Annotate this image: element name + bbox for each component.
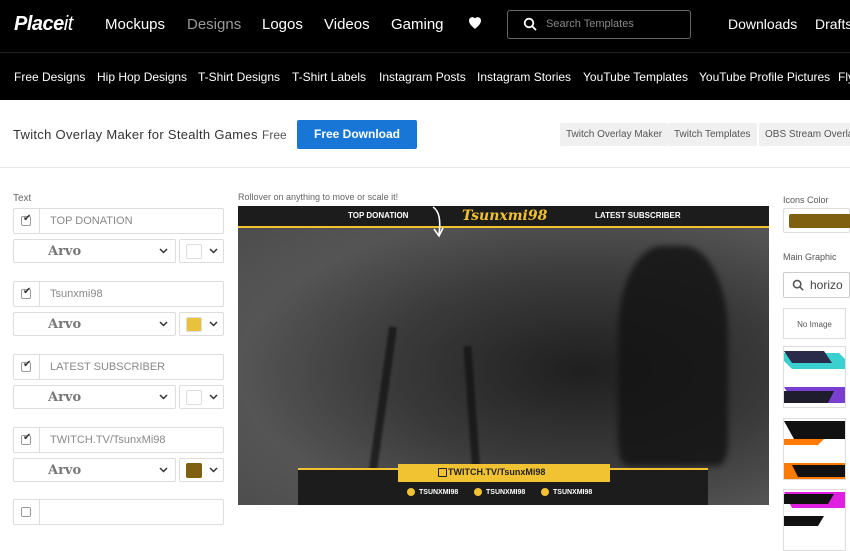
template-header: Twitch Overlay Maker for Stealth Games F… bbox=[0, 100, 850, 168]
field-checkbox[interactable]: ✔ bbox=[14, 282, 40, 306]
preview-hint: Rollover on anything to move or scale it… bbox=[238, 192, 399, 202]
field-checkbox[interactable]: ✔ bbox=[14, 428, 40, 452]
nav-videos[interactable]: Videos bbox=[324, 16, 370, 33]
subnav-instagram-stories[interactable]: Instagram Stories bbox=[477, 70, 571, 84]
overlay-streamer-name[interactable]: Tsunxmi98 bbox=[462, 208, 547, 224]
tag-twitch-templates[interactable]: Twitch Templates bbox=[668, 123, 757, 146]
text-field-top-donation[interactable]: ✔ TOP DONATION bbox=[13, 208, 224, 234]
graphic-thumbnail-image bbox=[784, 351, 845, 403]
graphic-thumbnail[interactable] bbox=[783, 346, 846, 408]
field-checkbox[interactable] bbox=[14, 500, 40, 524]
color-select[interactable] bbox=[179, 458, 224, 482]
nav-drafts[interactable]: Drafts bbox=[815, 16, 850, 32]
overlay-social-handle[interactable]: TSUNXMI98 bbox=[486, 489, 525, 496]
subnav-tshirt-designs[interactable]: T-Shirt Designs bbox=[198, 70, 280, 84]
font-select[interactable]: Arvo bbox=[13, 458, 176, 482]
font-select[interactable]: Arvo bbox=[13, 385, 176, 409]
color-swatch bbox=[186, 390, 202, 405]
overlay-latest-subscriber[interactable]: LATEST SUBSCRIBER bbox=[595, 211, 681, 220]
main-graphic-label: Main Graphic bbox=[783, 252, 837, 262]
overlay-social-handle[interactable]: TSUNXMI98 bbox=[553, 489, 592, 496]
color-swatch bbox=[789, 214, 850, 228]
text-field-name[interactable]: ✔ Tsunxmi98 bbox=[13, 281, 224, 307]
color-select[interactable] bbox=[179, 239, 224, 263]
chevron-down-icon bbox=[209, 467, 218, 473]
color-swatch bbox=[186, 244, 202, 259]
chevron-down-icon bbox=[159, 321, 168, 327]
subnav-free-designs[interactable]: Free Designs bbox=[14, 70, 85, 84]
nav-designs[interactable]: Designs bbox=[187, 16, 241, 33]
price-label: Free bbox=[262, 128, 287, 142]
text-field-empty[interactable] bbox=[13, 499, 224, 525]
graphic-thumbnail[interactable] bbox=[783, 418, 846, 480]
color-select[interactable] bbox=[179, 312, 224, 336]
free-download-button[interactable]: Free Download bbox=[297, 120, 417, 149]
subnav-youtube-templates[interactable]: YouTube Templates bbox=[583, 70, 688, 84]
move-cursor-arrow-icon bbox=[432, 206, 444, 238]
field-checkbox[interactable]: ✔ bbox=[14, 355, 40, 379]
twitch-icon bbox=[438, 468, 447, 477]
page-title: Twitch Overlay Maker for Stealth Games bbox=[13, 127, 258, 142]
nav-mockups[interactable]: Mockups bbox=[105, 16, 165, 33]
text-field-twitch-url[interactable]: ✔ TWITCH.TV/TsunxMi98 bbox=[13, 427, 224, 453]
overlay-top-bar[interactable]: TOP DONATION Tsunxmi98 LATEST SUBSCRIBER bbox=[238, 206, 769, 228]
search-placeholder: Search Templates bbox=[546, 18, 634, 30]
overlay-preview[interactable]: TOP DONATION Tsunxmi98 LATEST SUBSCRIBER… bbox=[238, 206, 769, 505]
soldier-silhouette bbox=[618, 246, 728, 466]
color-swatch bbox=[186, 463, 202, 478]
chevron-down-icon bbox=[159, 394, 168, 400]
subnav-flyers[interactable]: Fly bbox=[838, 70, 850, 84]
subnav-hip-hop-designs[interactable]: Hip Hop Designs bbox=[97, 70, 187, 84]
check-icon: ✔ bbox=[23, 286, 32, 297]
color-select[interactable] bbox=[179, 385, 224, 409]
graphic-thumbnail-image bbox=[784, 492, 845, 526]
chevron-down-icon bbox=[159, 248, 168, 254]
search-input[interactable]: Search Templates bbox=[507, 10, 691, 39]
field-checkbox[interactable]: ✔ bbox=[14, 209, 40, 233]
overlay-social-handle[interactable]: TSUNXMI98 bbox=[419, 489, 458, 496]
subnav-youtube-profile-pictures[interactable]: YouTube Profile Pictures bbox=[699, 70, 830, 84]
graphic-thumbnail[interactable] bbox=[783, 489, 846, 551]
icons-color-select[interactable] bbox=[783, 208, 850, 233]
check-icon: ✔ bbox=[23, 213, 32, 224]
color-swatch bbox=[186, 317, 202, 332]
placeit-logo[interactable]: Placeit bbox=[14, 13, 73, 36]
subnav-tshirt-labels[interactable]: T-Shirt Labels bbox=[292, 70, 366, 84]
top-navigation: Placeit Mockups Designs Logos Videos Gam… bbox=[0, 0, 850, 52]
tag-twitch-overlay-maker[interactable]: Twitch Overlay Maker bbox=[560, 123, 669, 146]
check-icon: ✔ bbox=[23, 359, 32, 370]
chevron-down-icon bbox=[209, 248, 218, 254]
heart-icon[interactable] bbox=[466, 13, 484, 31]
check-icon: ✔ bbox=[23, 432, 32, 443]
social-icon bbox=[407, 488, 415, 496]
tag-obs-stream-overlay[interactable]: OBS Stream Overlay bbox=[759, 123, 850, 146]
chevron-down-icon bbox=[209, 321, 218, 327]
graphic-search-input[interactable]: horizo bbox=[783, 272, 850, 298]
no-image-option[interactable]: No Image bbox=[783, 308, 846, 339]
font-select[interactable]: Arvo bbox=[13, 312, 176, 336]
overlay-top-donation[interactable]: TOP DONATION bbox=[348, 211, 408, 220]
text-section-label: Text bbox=[13, 193, 32, 204]
chevron-down-icon bbox=[159, 467, 168, 473]
social-icon bbox=[541, 488, 549, 496]
font-select[interactable]: Arvo bbox=[13, 239, 176, 263]
nav-gaming[interactable]: Gaming bbox=[391, 16, 444, 33]
chevron-down-icon bbox=[209, 394, 218, 400]
subnav-instagram-posts[interactable]: Instagram Posts bbox=[379, 70, 466, 84]
social-icon bbox=[474, 488, 482, 496]
text-field-latest-subscriber[interactable]: ✔ LATEST SUBSCRIBER bbox=[13, 354, 224, 380]
search-icon bbox=[523, 17, 537, 31]
graphic-thumbnail-image bbox=[784, 421, 845, 479]
overlay-twitch-url[interactable]: TWITCH.TV/TsunxMi98 bbox=[448, 467, 545, 477]
search-icon bbox=[792, 279, 804, 291]
nav-downloads[interactable]: Downloads bbox=[728, 16, 797, 32]
icons-color-label: Icons Color bbox=[783, 195, 829, 205]
category-navigation: Free Designs Hip Hop Designs T-Shirt Des… bbox=[0, 52, 850, 100]
nav-logos[interactable]: Logos bbox=[262, 16, 303, 33]
